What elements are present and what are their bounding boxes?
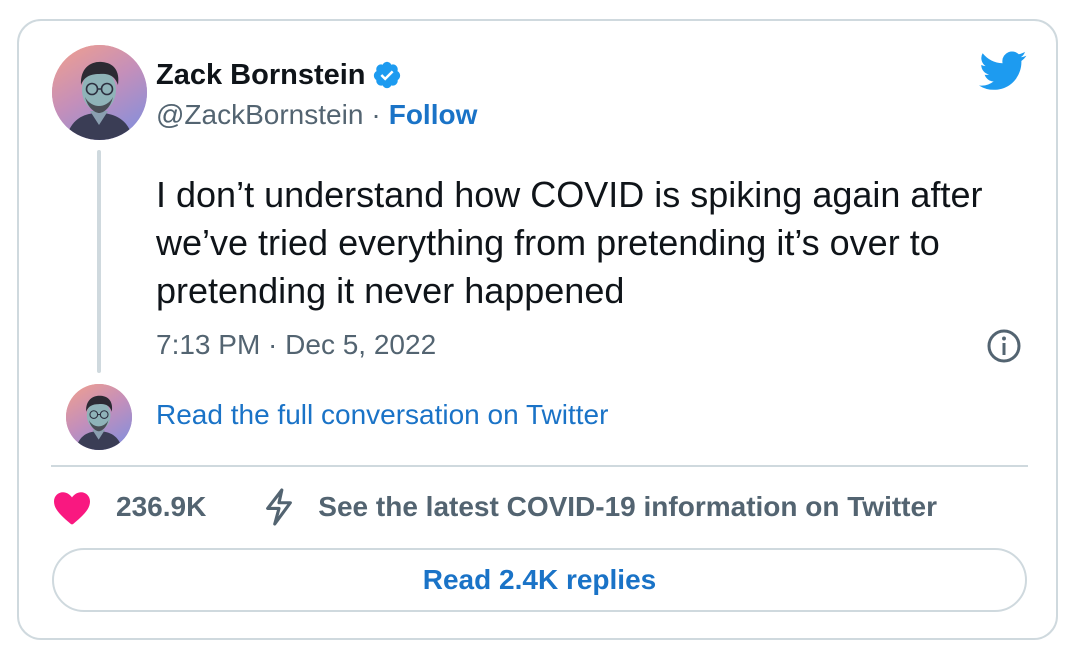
author-handle[interactable]: @ZackBornstein [156, 99, 363, 131]
tweet-timestamp[interactable]: 7:13 PM · Dec 5, 2022 [156, 329, 436, 361]
author-handle-row: @ZackBornstein · Follow [156, 97, 477, 133]
thread-connector-line [97, 150, 101, 373]
author-name[interactable]: Zack Bornstein [156, 59, 366, 92]
separator-dot: · [371, 99, 381, 130]
action-bar: 236.9K See the latest COVID-19 informati… [52, 487, 937, 527]
twitter-bird-icon[interactable] [979, 51, 1027, 91]
tweet-embed-card: Zack Bornstein @ZackBornstein · Follow I… [17, 19, 1058, 640]
covid-info-link[interactable]: See the latest COVID-19 information on T… [318, 491, 937, 523]
avatar-portrait-small [66, 384, 132, 450]
read-replies-button[interactable]: Read 2.4K replies [52, 548, 1027, 612]
follow-link[interactable]: Follow [389, 99, 478, 131]
tweet-text: I don’t understand how COVID is spiking … [156, 174, 983, 311]
divider [51, 465, 1028, 467]
like-count[interactable]: 236.9K [116, 491, 206, 523]
author-name-row: Zack Bornstein [156, 57, 402, 93]
info-icon[interactable] [986, 328, 1022, 364]
conversation-avatar[interactable] [66, 384, 132, 450]
heart-icon[interactable] [52, 489, 92, 525]
read-conversation-link[interactable]: Read the full conversation on Twitter [156, 399, 608, 431]
verified-badge-icon [373, 61, 400, 89]
lightning-bolt-icon[interactable] [262, 487, 296, 527]
avatar-portrait [52, 45, 147, 140]
author-avatar[interactable] [52, 45, 147, 140]
